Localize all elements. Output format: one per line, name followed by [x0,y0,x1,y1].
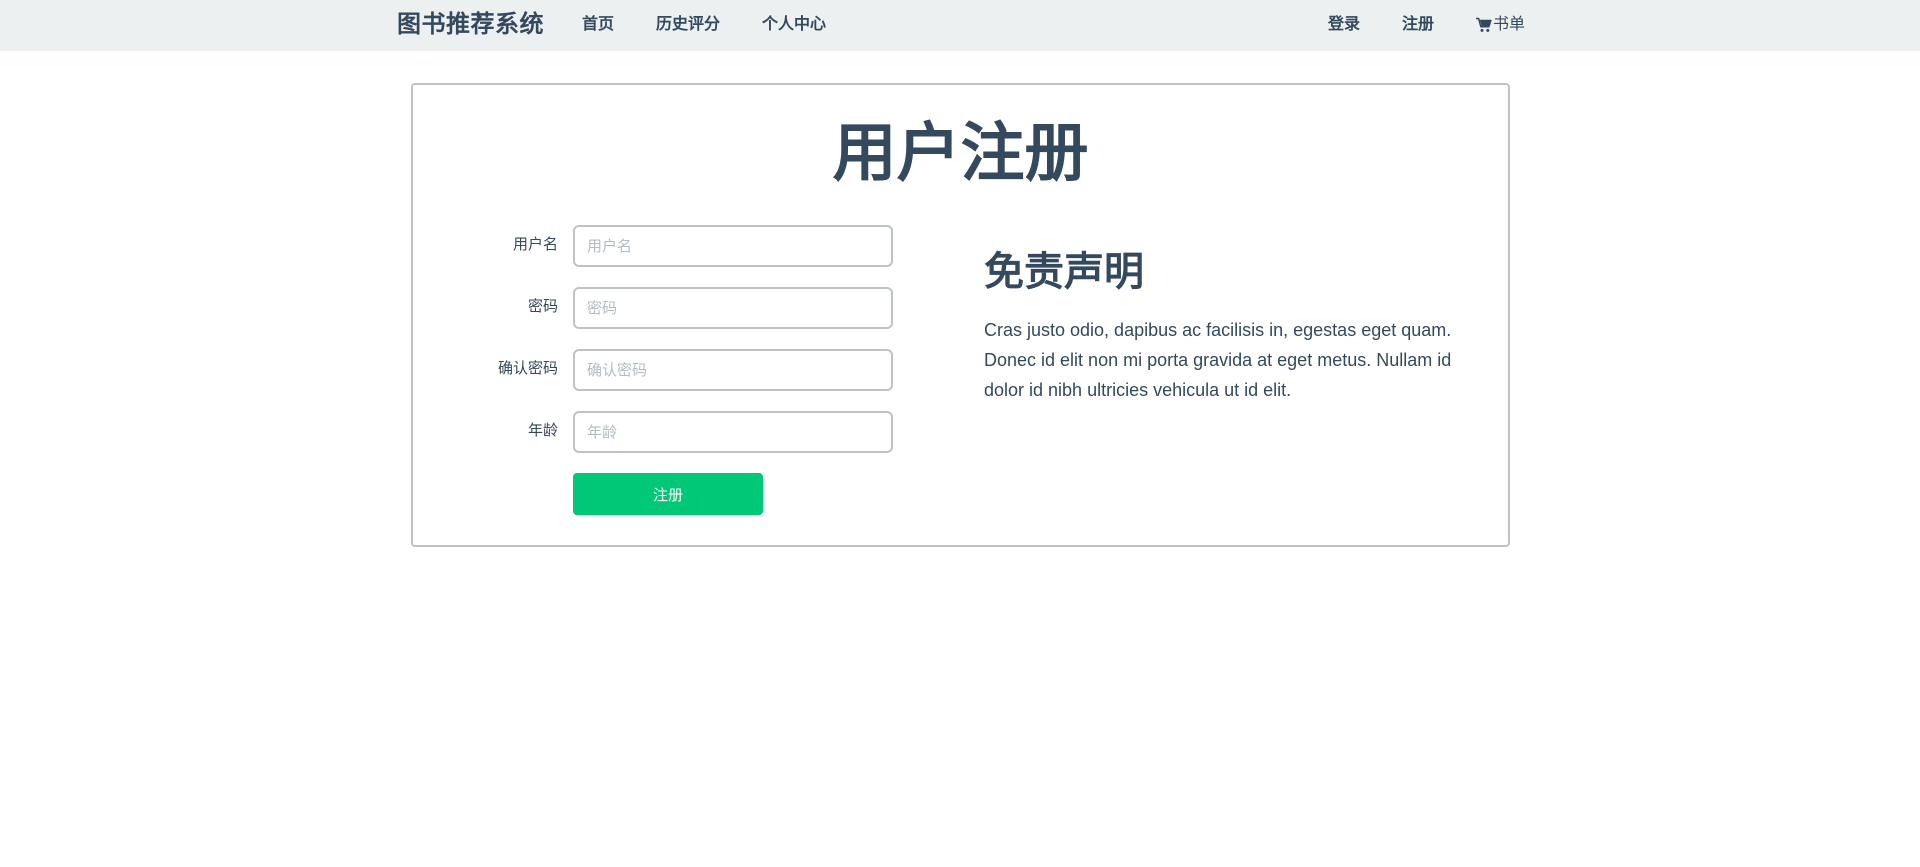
cart-icon [1476,17,1492,32]
password-label: 密码 [527,298,558,315]
disclaimer-title: 免责声明 [984,250,1144,294]
nav-link-home[interactable]: 首页 [582,15,614,35]
nav-link-history[interactable]: 历史评分 [656,15,720,35]
nav-link-register[interactable]: 注册 [1402,15,1434,35]
confirm-password-input[interactable] [573,349,893,391]
password-input[interactable] [573,287,893,329]
nav-link-booklist[interactable]: 书单 [1476,15,1525,35]
page-title: 用户注册 [832,117,1089,189]
age-row: 年龄 [413,411,913,453]
disclaimer-text: Cras justo odio, dapibus ac facilisis in… [984,320,1452,400]
navbar: 图书推荐系统 首页 历史评分 个人中心 登录 注册 书单 [0,0,1920,51]
confirm-password-label: 确认密码 [497,360,558,377]
username-row: 用户名 [413,225,913,267]
nav-link-login[interactable]: 登录 [1328,15,1360,35]
username-label: 用户名 [512,236,558,253]
password-row: 密码 [413,287,913,329]
brand-logo[interactable]: 图书推荐系统 [397,9,544,41]
nav-link-personal-center[interactable]: 个人中心 [762,15,826,35]
register-submit-button[interactable]: 注册 [573,473,763,515]
confirm-password-row: 确认密码 [413,349,913,391]
nav-link-booklist-label: 书单 [1493,16,1526,33]
register-card: 用户注册 用户名 密码 确认密码 年龄 注册 免责声明 Cras justo o… [411,83,1510,547]
username-input[interactable] [573,225,893,267]
age-label: 年龄 [527,422,558,439]
age-input[interactable] [573,411,893,453]
